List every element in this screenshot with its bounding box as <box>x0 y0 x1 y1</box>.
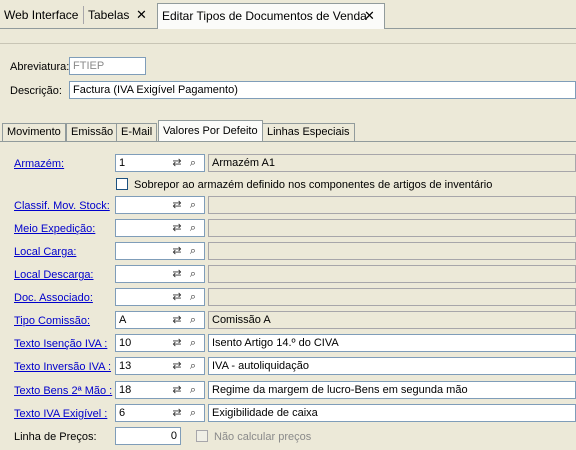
sobrepor-label: Sobrepor ao armazém definido nos compone… <box>134 179 493 191</box>
local-carga-description <box>208 242 576 260</box>
swap-icon[interactable]: ⇄ <box>170 244 184 258</box>
meio-expedicao-link[interactable]: Meio Expedição: <box>14 223 95 235</box>
search-icon[interactable]: ⌕ <box>186 267 200 281</box>
texto-bens-segunda-mao-description[interactable]: Regime da margem de lucro-Bens em segund… <box>208 381 576 399</box>
swap-icon[interactable]: ⇄ <box>170 267 184 281</box>
tab-label: Web Interface <box>4 8 79 22</box>
doc-associado-description <box>208 288 576 306</box>
search-icon[interactable]: ⌕ <box>186 244 200 258</box>
swap-icon[interactable]: ⇄ <box>170 221 184 235</box>
search-icon[interactable]: ⌕ <box>186 336 200 350</box>
texto-inversao-iva-link[interactable]: Texto Inversão IVA : <box>14 361 111 373</box>
armazem-description: Armazém A1 <box>208 154 576 172</box>
nao-calcular-precos-label: Não calcular preços <box>214 431 312 443</box>
document-tab-strip: Web Interface Tabelas ✕ Editar Tipos de … <box>0 0 576 29</box>
swap-icon[interactable]: ⇄ <box>170 313 184 327</box>
abreviatura-field[interactable]: FTIEP <box>69 57 146 75</box>
tab-editar-tipos-documentos[interactable]: Editar Tipos de Documentos de Venda ✕ <box>157 3 385 29</box>
tab-divider <box>0 141 576 142</box>
sobrepor-checkbox[interactable] <box>116 178 128 190</box>
search-icon[interactable]: ⌕ <box>186 359 200 373</box>
descricao-field[interactable]: Factura (IVA Exigível Pagamento) <box>69 81 576 99</box>
tipo-comissao-description: Comissão A <box>208 311 576 329</box>
nao-calcular-precos-checkbox[interactable] <box>196 430 208 442</box>
swap-icon[interactable]: ⇄ <box>170 359 184 373</box>
tab-web-interface[interactable]: Web Interface <box>0 5 82 27</box>
texto-iva-exigivel-link[interactable]: Texto IVA Exigível : <box>14 408 107 420</box>
texto-isencao-iva-link[interactable]: Texto Isenção IVA : <box>14 338 107 350</box>
tab-email[interactable]: E-Mail <box>116 123 158 141</box>
linha-precos-label: Linha de Preços: <box>14 431 97 443</box>
tab-label: Editar Tipos de Documentos de Venda <box>162 9 367 23</box>
local-carga-link[interactable]: Local Carga: <box>14 246 76 258</box>
close-icon[interactable]: ✕ <box>136 5 147 25</box>
search-icon[interactable]: ⌕ <box>186 383 200 397</box>
meio-expedicao-description <box>208 219 576 237</box>
classif-description <box>208 196 576 214</box>
tab-linhas-especiais[interactable]: Linhas Especiais <box>262 123 355 141</box>
search-icon[interactable]: ⌕ <box>186 290 200 304</box>
swap-icon[interactable]: ⇄ <box>170 383 184 397</box>
descricao-label: Descrição: <box>10 85 62 97</box>
swap-icon[interactable]: ⇄ <box>170 198 184 212</box>
swap-icon[interactable]: ⇄ <box>170 156 184 170</box>
texto-bens-segunda-mao-link[interactable]: Texto Bens 2ª Mão : <box>14 385 112 397</box>
texto-isencao-iva-description[interactable]: Isento Artigo 14.º do CIVA <box>208 334 576 352</box>
document-form-panel: Abreviatura: FTIEP Descrição: Factura (I… <box>0 44 576 450</box>
search-icon[interactable]: ⌕ <box>186 313 200 327</box>
search-icon[interactable]: ⌕ <box>186 156 200 170</box>
tab-label: Tabelas <box>88 8 130 22</box>
close-icon[interactable]: ✕ <box>364 4 375 28</box>
local-descarga-description <box>208 265 576 283</box>
tab-movimento[interactable]: Movimento <box>2 123 66 141</box>
tab-tabelas[interactable]: Tabelas ✕ <box>84 5 154 27</box>
tab-valores-por-defeito[interactable]: Valores Por Defeito <box>158 120 263 142</box>
doc-associado-link[interactable]: Doc. Associado: <box>14 292 93 304</box>
armazem-link[interactable]: Armazém: <box>14 158 64 170</box>
swap-icon[interactable]: ⇄ <box>170 336 184 350</box>
tipo-comissao-link[interactable]: Tipo Comissão: <box>14 315 90 327</box>
linha-precos-input[interactable]: 0 <box>115 427 181 445</box>
tab-emissao[interactable]: Emissão <box>66 123 119 141</box>
abreviatura-label: Abreviatura: <box>10 61 70 73</box>
inner-tab-strip: Movimento Emissão E-Mail Valores Por Def… <box>0 120 576 142</box>
header-band <box>0 29 576 44</box>
texto-iva-exigivel-description[interactable]: Exigibilidade de caixa <box>208 404 576 422</box>
swap-icon[interactable]: ⇄ <box>170 406 184 420</box>
search-icon[interactable]: ⌕ <box>186 221 200 235</box>
local-descarga-link[interactable]: Local Descarga: <box>14 269 94 281</box>
swap-icon[interactable]: ⇄ <box>170 290 184 304</box>
search-icon[interactable]: ⌕ <box>186 198 200 212</box>
texto-inversao-iva-description[interactable]: IVA - autoliquidação <box>208 357 576 375</box>
classif-mov-stock-link[interactable]: Classif. Mov. Stock: <box>14 200 110 212</box>
search-icon[interactable]: ⌕ <box>186 406 200 420</box>
